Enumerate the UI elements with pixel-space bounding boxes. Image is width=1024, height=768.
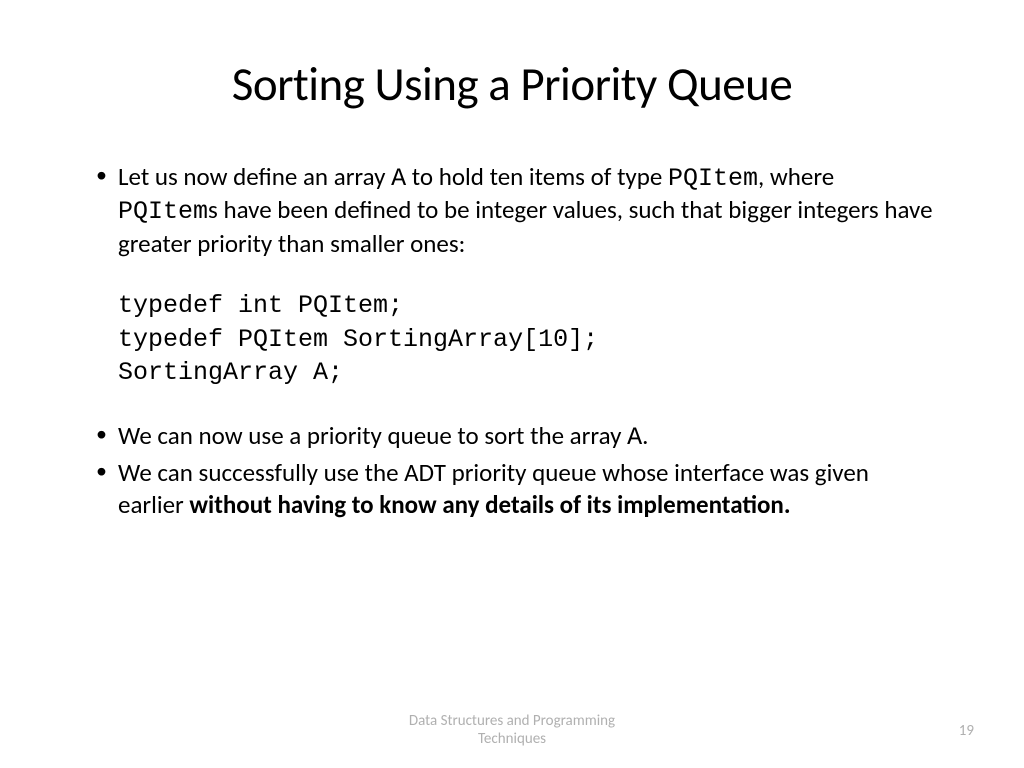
b1-text-pre: Let us now define an array <box>118 161 391 192</box>
b2-text-post: . <box>642 420 648 451</box>
bullet-item-1: Let us now define an array A to hold ten… <box>90 161 934 259</box>
b1-code-PQItem: PQItem <box>668 164 758 193</box>
b1-text-mid1: to hold ten items of type <box>406 161 668 192</box>
b2-code-A: A <box>627 423 642 452</box>
slide-footer: Data Structures and Programming Techniqu… <box>0 712 1024 748</box>
b1-code-PQItems: PQItem <box>118 197 208 226</box>
bullet-list-2: We can now use a priority queue to sort … <box>90 420 934 520</box>
slide-content: Let us now define an array A to hold ten… <box>90 161 934 520</box>
page-number: 19 <box>959 722 974 740</box>
bullet-item-3: We can successfully use the ADT priority… <box>90 457 934 520</box>
code-block: typedef int PQItem; typedef PQItem Sorti… <box>90 289 934 390</box>
b2-text-pre: We can now use a priority queue to sort … <box>118 420 627 451</box>
code-line-2: typedef PQItem SortingArray[10]; <box>118 323 934 357</box>
footer-text: Data Structures and Programming Techniqu… <box>382 712 642 748</box>
bullet-item-2: We can now use a priority queue to sort … <box>90 420 934 453</box>
b1-code-A: A <box>391 164 406 193</box>
code-line-1: typedef int PQItem; <box>118 289 934 323</box>
b1-text-post: s have been defined to be integer values… <box>118 194 933 258</box>
slide-container: Sorting Using a Priority Queue Let us no… <box>0 0 1024 768</box>
b3-text-bold: without having to know any details of it… <box>189 489 790 520</box>
code-line-3: SortingArray A; <box>118 356 934 390</box>
bullet-list: Let us now define an array A to hold ten… <box>90 161 934 259</box>
b1-text-mid2: , where <box>758 161 834 192</box>
slide-title: Sorting Using a Priority Queue <box>90 55 934 113</box>
